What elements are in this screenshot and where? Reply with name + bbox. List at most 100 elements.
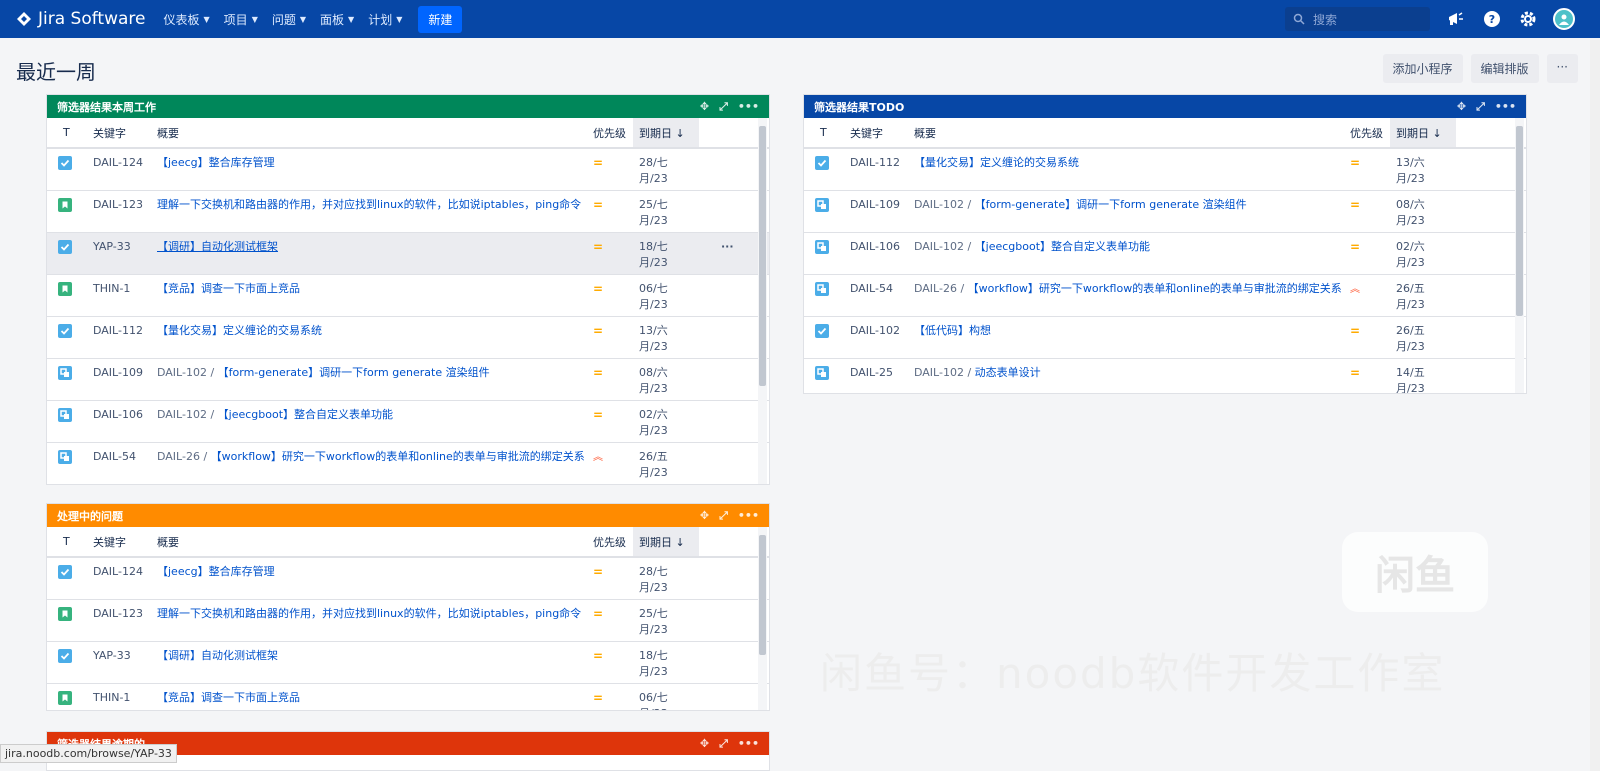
col-type[interactable]: T — [804, 118, 844, 149]
table-row[interactable]: DAIL-54 DAIL-26 / 【workflow】研究一下workflow的… — [47, 442, 769, 484]
parent-key-link[interactable]: DAIL-102 / — [157, 366, 218, 379]
table-row[interactable]: DAIL-109 DAIL-102 / 【form-generate】调研一下fo… — [47, 358, 769, 401]
jira-logo[interactable]: Jira Software — [16, 9, 146, 29]
col-type[interactable]: T — [47, 527, 87, 558]
gadget-header[interactable]: 处理中的问题 ✥ ⤢ ••• — [47, 504, 769, 527]
col-priority[interactable]: 优先级 — [1344, 118, 1390, 149]
table-row[interactable]: DAIL-124 【jeecg】整合库存管理 = 28/七 月/23 — [47, 148, 769, 191]
parent-key-link[interactable]: DAIL-102 / — [914, 366, 975, 379]
summary-link[interactable]: 【jeecgboot】整合自定义表单功能 — [218, 408, 393, 421]
table-row[interactable]: THIN-1 【竞品】调查一下市面上竞品 = 06/七月/23 — [47, 683, 769, 710]
summary-cell[interactable]: DAIL-102 / 【form-generate】调研一下form gener… — [908, 190, 1344, 233]
issue-key-link[interactable]: DAIL-25 — [844, 358, 908, 393]
summary-link[interactable]: 【调研】自动化测试框架 — [157, 649, 278, 662]
parent-key-link[interactable]: DAIL-102 / — [914, 240, 975, 253]
issue-key-link[interactable]: DAIL-54 — [844, 274, 908, 317]
scrollbar-thumb[interactable] — [1516, 126, 1523, 316]
search-input[interactable]: 搜索 — [1285, 7, 1430, 31]
summary-link[interactable]: 【竞品】调查一下市面上竞品 — [157, 282, 300, 295]
table-row[interactable]: DAIL-54 DAIL-26 / 【workflow】研究一下workflow的… — [804, 274, 1526, 317]
move-icon[interactable]: ✥ — [700, 100, 709, 113]
summary-cell[interactable]: 【调研】自动化测试框架 — [151, 641, 587, 684]
maximize-icon[interactable]: ⤢ — [719, 100, 728, 114]
nav-projects[interactable]: 项目 ▼ — [224, 11, 258, 28]
summary-cell[interactable]: DAIL-102 / 动态表单设计 — [908, 358, 1344, 393]
gadget-scrollbar[interactable] — [1515, 118, 1524, 393]
col-due-date[interactable]: 到期日 ↓ — [633, 118, 699, 149]
issue-key-link[interactable]: THIN-1 — [87, 274, 151, 317]
summary-link[interactable]: 【jeecg】整合库存管理 — [157, 565, 275, 578]
summary-cell[interactable]: 【量化交易】定义缠论的交易系统 — [151, 316, 587, 359]
issue-key-link[interactable]: DAIL-54 — [87, 442, 151, 484]
col-due-date[interactable]: 到期日 ↓ — [633, 527, 699, 558]
table-row[interactable]: DAIL-106 DAIL-102 / 【jeecgboot】整合自定义表单功能 =… — [47, 400, 769, 443]
nav-boards[interactable]: 面板 ▼ — [320, 11, 354, 28]
nav-dashboards[interactable]: 仪表板 ▼ — [164, 11, 210, 28]
col-due-date[interactable]: 到期日 ↓ — [1390, 118, 1456, 149]
window-scrollbar[interactable] — [1590, 40, 1600, 771]
summary-link[interactable]: 【量化交易】定义缠论的交易系统 — [914, 156, 1079, 169]
gadget-header[interactable]: 筛选器结果TODO ✥ ⤢ ••• — [804, 95, 1526, 118]
move-icon[interactable]: ✥ — [1457, 100, 1466, 113]
table-row[interactable]: DAIL-109 DAIL-102 / 【form-generate】调研一下fo… — [804, 190, 1526, 233]
summary-link[interactable]: 【workflow】研究一下workflow的表单和online的表单与审批流的… — [211, 450, 585, 463]
issue-key-link[interactable]: YAP-33 — [87, 641, 151, 684]
gadget-scrollbar[interactable] — [758, 118, 767, 484]
parent-key-link[interactable]: DAIL-102 / — [157, 408, 218, 421]
more-icon[interactable]: ••• — [738, 509, 759, 522]
summary-link[interactable]: 【workflow】研究一下workflow的表单和online的表单与审批流的… — [968, 282, 1342, 295]
table-row[interactable]: YAP-33 【调研】自动化测试框架 = 18/七 月/23 — [47, 641, 769, 684]
table-row[interactable]: DAIL-25 DAIL-102 / 动态表单设计 = 14/五 月/23 — [804, 358, 1526, 393]
summary-cell[interactable]: 理解一下交换机和路由器的作用，并对应找到linux的软件，比如说iptables… — [151, 190, 587, 233]
col-key[interactable]: 关键字 — [844, 118, 908, 149]
summary-cell[interactable]: DAIL-26 / 【workflow】研究一下workflow的表单和onli… — [908, 274, 1344, 317]
table-row[interactable]: DAIL-106 DAIL-102 / 【jeecgboot】整合自定义表单功能 =… — [804, 232, 1526, 275]
summary-link[interactable]: 理解一下交换机和路由器的作用，并对应找到linux的软件，比如说iptables… — [157, 607, 581, 620]
summary-link[interactable]: 动态表单设计 — [975, 366, 1041, 379]
summary-cell[interactable]: DAIL-26 / 【workflow】研究一下workflow的表单和onli… — [151, 442, 587, 484]
more-actions-button[interactable]: ··· — [1546, 54, 1578, 83]
table-row[interactable]: DAIL-123 理解一下交换机和路由器的作用，并对应找到linux的软件，比如说… — [47, 599, 769, 642]
settings-gear-icon[interactable] — [1517, 8, 1539, 30]
summary-link[interactable]: 【量化交易】定义缠论的交易系统 — [157, 324, 322, 337]
col-summary[interactable]: 概要 — [151, 118, 587, 149]
issue-key-link[interactable]: DAIL-124 — [87, 557, 151, 600]
summary-cell[interactable]: 【调研】自动化测试框架 — [151, 232, 587, 275]
scrollbar-thumb[interactable] — [759, 126, 766, 386]
maximize-icon[interactable]: ⤢ — [1476, 100, 1485, 114]
summary-cell[interactable]: DAIL-102 / 【jeecgboot】整合自定义表单功能 — [151, 400, 587, 443]
summary-link[interactable]: 【form-generate】调研一下form generate 渲染组件 — [975, 198, 1247, 211]
summary-cell[interactable]: 【竞品】调查一下市面上竞品 — [151, 683, 587, 710]
issue-key-link[interactable]: DAIL-102 — [844, 316, 908, 359]
summary-cell[interactable]: 【量化交易】定义缠论的交易系统 — [908, 148, 1344, 191]
move-icon[interactable]: ✥ — [700, 509, 709, 522]
user-avatar[interactable] — [1553, 8, 1575, 30]
notifications-megaphone-icon[interactable] — [1445, 8, 1467, 30]
maximize-icon[interactable]: ⤢ — [719, 509, 728, 523]
summary-cell[interactable]: 【竞品】调查一下市面上竞品 — [151, 274, 587, 317]
col-type[interactable]: T — [47, 118, 87, 149]
issue-key-link[interactable]: DAIL-123 — [87, 190, 151, 233]
issue-key-link[interactable]: DAIL-109 — [87, 358, 151, 401]
summary-link[interactable]: 【jeecg】整合库存管理 — [157, 156, 275, 169]
summary-link[interactable]: 理解一下交换机和路由器的作用，并对应找到linux的软件，比如说iptables… — [157, 198, 581, 211]
table-row[interactable]: DAIL-123 理解一下交换机和路由器的作用，并对应找到linux的软件，比如说… — [47, 190, 769, 233]
move-icon[interactable]: ✥ — [700, 737, 709, 750]
nav-plans[interactable]: 计划 ▼ — [368, 11, 402, 28]
issue-key-link[interactable]: DAIL-123 — [87, 599, 151, 642]
add-gadget-button[interactable]: 添加小程序 — [1382, 54, 1463, 83]
more-icon[interactable]: ••• — [738, 100, 759, 113]
col-summary[interactable]: 概要 — [151, 527, 587, 558]
summary-cell[interactable]: DAIL-102 / 【form-generate】调研一下form gener… — [151, 358, 587, 401]
parent-key-link[interactable]: DAIL-26 / — [157, 450, 211, 463]
summary-cell[interactable]: 【jeecg】整合库存管理 — [151, 557, 587, 600]
summary-cell[interactable]: 【低代码】构想 — [908, 316, 1344, 359]
scrollbar-thumb[interactable] — [759, 535, 766, 655]
summary-link[interactable]: 【低代码】构想 — [914, 324, 991, 337]
issue-key-link[interactable]: DAIL-124 — [87, 148, 151, 191]
issue-key-link[interactable]: DAIL-106 — [87, 400, 151, 443]
row-more-icon[interactable]: ··· — [721, 240, 734, 253]
col-key[interactable]: 关键字 — [87, 527, 151, 558]
issue-key-link[interactable]: DAIL-109 — [844, 190, 908, 233]
table-row[interactable]: DAIL-112 【量化交易】定义缠论的交易系统 = 13/六 月/23 — [47, 316, 769, 359]
